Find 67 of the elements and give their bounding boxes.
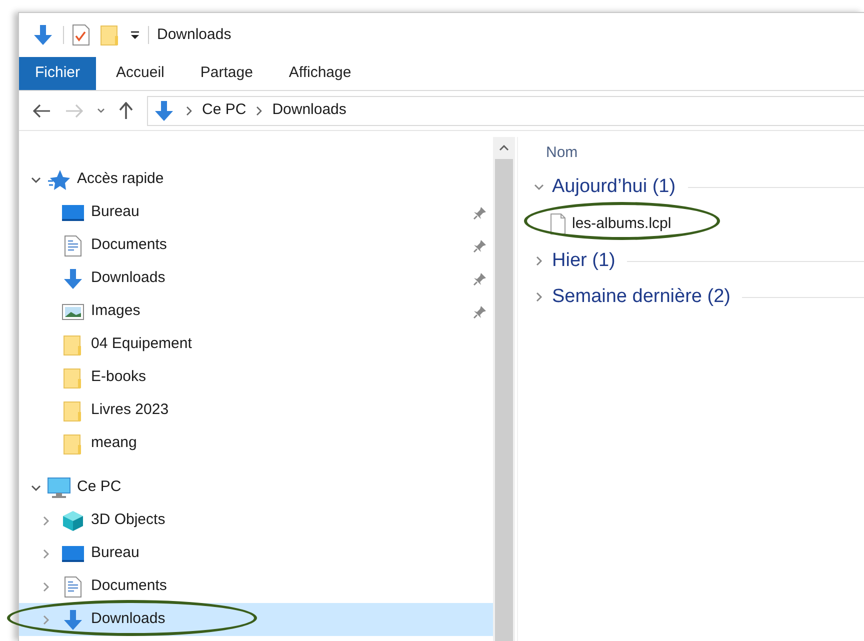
file-icon <box>550 213 566 235</box>
nav-item[interactable]: Ce PC <box>19 471 493 504</box>
breadcrumb-chevron-icon[interactable] <box>186 106 192 116</box>
customize-dropdown-icon[interactable] <box>130 30 140 40</box>
up-arrow-icon[interactable] <box>119 102 133 120</box>
folder-icon <box>63 366 83 388</box>
nav-item[interactable]: Bureau <box>19 537 493 570</box>
nav-item[interactable]: Documents <box>19 570 493 603</box>
download-arrow-icon <box>62 608 84 630</box>
desktop-icon <box>62 544 84 562</box>
pin-icon[interactable] <box>473 206 487 220</box>
desktop-icon <box>62 204 84 222</box>
nav-item[interactable]: 04 Equipement <box>19 328 493 361</box>
pin-icon[interactable] <box>473 304 487 318</box>
nav-item[interactable]: meang <box>19 427 493 460</box>
download-arrow-icon <box>32 24 54 46</box>
nav-item[interactable]: Downloads <box>19 262 493 295</box>
breadcrumb-item[interactable]: Ce PC <box>202 99 246 122</box>
chevron-right-icon[interactable] <box>41 548 51 558</box>
picture-icon <box>62 302 84 320</box>
back-arrow-icon[interactable] <box>33 104 51 118</box>
scroll-up-icon[interactable] <box>499 145 509 151</box>
pin-icon[interactable] <box>473 272 487 286</box>
column-header[interactable]: Nom <box>546 142 578 164</box>
nav-item[interactable]: E-books <box>19 361 493 394</box>
ribbon-tab[interactable]: Affichage <box>272 57 368 90</box>
chevron-down-icon[interactable] <box>31 482 41 492</box>
chevron-right-icon[interactable] <box>41 582 51 592</box>
download-arrow-icon <box>62 268 84 290</box>
chevron-down-icon[interactable] <box>534 182 544 192</box>
nav-item[interactable]: Images <box>19 295 493 328</box>
document-icon <box>64 576 82 598</box>
recent-dropdown-icon[interactable] <box>97 108 105 114</box>
chevron-right-icon[interactable] <box>534 292 544 302</box>
nav-item[interactable]: Bureau <box>19 196 493 229</box>
file-name[interactable]: les-albums.lcpl <box>572 212 672 236</box>
window-title: Downloads <box>157 24 232 45</box>
properties-icon[interactable] <box>72 24 90 46</box>
breadcrumb-chevron-icon[interactable] <box>256 106 262 116</box>
scrollbar[interactable] <box>493 137 515 641</box>
chevron-right-icon[interactable] <box>41 516 51 526</box>
nav-item[interactable]: Downloads <box>19 603 493 636</box>
cube-icon <box>62 510 84 532</box>
monitor-icon <box>47 476 71 498</box>
folder-icon <box>63 334 83 356</box>
folder-icon <box>63 432 83 454</box>
nav-item[interactable]: Accès rapide <box>19 163 493 196</box>
pin-icon[interactable] <box>473 238 487 252</box>
nav-item[interactable]: Documents <box>19 229 493 262</box>
breadcrumb-item[interactable]: Downloads <box>272 99 346 122</box>
chevron-right-icon[interactable] <box>41 614 51 624</box>
chevron-right-icon[interactable] <box>534 256 544 266</box>
address-field[interactable]: Ce PC Downloads <box>147 96 864 126</box>
folder-icon <box>63 400 83 422</box>
group-header[interactable]: Semaine dernière (2) <box>552 282 730 312</box>
group-header[interactable]: Hier (1) <box>552 246 616 276</box>
star-icon <box>48 168 70 190</box>
chevron-down-icon[interactable] <box>31 174 41 184</box>
document-icon <box>64 234 82 256</box>
nav-item[interactable]: 3D Objects <box>19 504 493 537</box>
download-arrow-icon <box>153 100 175 122</box>
ribbon-tab[interactable]: Fichier <box>19 57 96 90</box>
nav-item[interactable]: Livres 2023 <box>19 394 493 427</box>
group-header[interactable]: Aujourd’hui (1) <box>552 172 676 202</box>
ribbon-tab[interactable]: Accueil <box>100 57 180 90</box>
scroll-thumb[interactable] <box>495 159 513 641</box>
ribbon-tab[interactable]: Partage <box>184 57 269 90</box>
